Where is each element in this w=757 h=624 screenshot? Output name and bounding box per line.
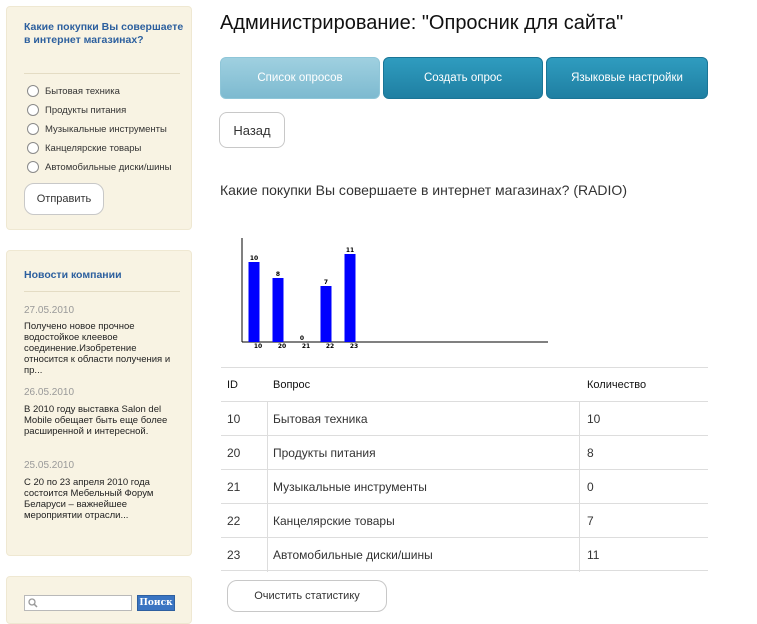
news-text[interactable]: Получено новое прочное водостойкое клеев… [24, 321, 180, 376]
question-title: Какие покупки Вы совершаете в интернет м… [220, 182, 627, 198]
poll-option-label: Бытовая техника [45, 85, 120, 97]
cell-id: 10 [227, 412, 241, 426]
divider [24, 73, 180, 74]
header-count: Количество [587, 379, 647, 391]
table-row: 22 Канцелярские товары 7 [221, 503, 708, 538]
chart-bar [272, 278, 284, 342]
cell-question: Бытовая техника [273, 412, 368, 426]
poll-option-label: Музыкальные инструменты [45, 123, 167, 135]
cell-count: 0 [587, 480, 594, 494]
poll-option[interactable]: Продукты питания [27, 102, 126, 118]
results-bar-chart: 10 10 8 20 021 7 22 11 23 [241, 238, 548, 350]
tick-label: 22 [326, 343, 334, 350]
cell-count: 11 [587, 548, 600, 562]
column-divider [579, 504, 580, 538]
search-panel: Поиск [6, 576, 192, 624]
chart-bar [344, 254, 356, 342]
search-input[interactable] [24, 595, 132, 611]
tick-label: 23 [350, 343, 358, 350]
search-button[interactable]: Поиск [137, 595, 175, 611]
header-id: ID [227, 379, 238, 391]
data-label: 10 [250, 255, 258, 262]
column-divider [267, 436, 268, 470]
tab-language-settings[interactable]: Языковые настройки [546, 57, 708, 99]
clear-statistics-button[interactable]: Очистить статистику [227, 580, 387, 612]
poll-option-label: Автомобильные диски/шины [45, 161, 172, 173]
poll-option[interactable]: Канцелярские товары [27, 140, 141, 156]
radio-button[interactable] [27, 104, 39, 116]
data-label: 7 [324, 279, 328, 286]
tick-label: 20 [278, 343, 286, 350]
page-title: Администрирование: "Опросник для сайта" [220, 12, 624, 34]
back-button[interactable]: Назад [219, 112, 285, 148]
cell-question: Канцелярские товары [273, 514, 395, 528]
column-divider [579, 402, 580, 436]
results-table: ID Вопрос Количество 10 Бытовая техника … [221, 367, 708, 572]
column-divider [579, 538, 580, 572]
poll-submit-button[interactable]: Отправить [24, 183, 104, 215]
news-date: 25.05.2010 [24, 460, 75, 471]
chart-bar [320, 286, 332, 342]
data-label: 0 [300, 335, 304, 342]
cell-count: 8 [587, 446, 594, 460]
poll-option[interactable]: Автомобильные диски/шины [27, 159, 171, 175]
tick-label: 10 [254, 343, 262, 350]
search-icon [28, 598, 38, 608]
radio-button[interactable] [27, 123, 39, 135]
radio-button[interactable] [27, 85, 39, 97]
column-divider [579, 436, 580, 470]
cell-question: Продукты питания [273, 446, 376, 460]
column-divider [579, 470, 580, 504]
news-date: 26.05.2010 [24, 387, 75, 398]
column-divider [267, 402, 268, 436]
poll-option-label: Канцелярские товары [45, 142, 142, 154]
tick-label: 21 [302, 343, 310, 350]
table-row: 21 Музыкальные инструменты 0 [221, 469, 708, 504]
table-row: 10 Бытовая техника 10 [221, 401, 708, 436]
news-date: 27.05.2010 [24, 305, 75, 316]
poll-option[interactable]: Бытовая техника [27, 83, 120, 99]
tab-poll-list[interactable]: Список опросов [220, 57, 380, 99]
divider [24, 291, 180, 292]
cell-count: 10 [587, 412, 601, 426]
column-divider [267, 538, 268, 572]
poll-panel: Какие покупки Вы совершаете в интернет м… [6, 6, 192, 230]
cell-question: Музыкальные инструменты [273, 480, 427, 494]
cell-id: 23 [227, 548, 241, 562]
data-label: 11 [346, 247, 354, 254]
cell-id: 22 [227, 514, 241, 528]
poll-option-label: Продукты питания [45, 104, 127, 116]
column-divider [267, 470, 268, 504]
radio-button[interactable] [27, 161, 39, 173]
poll-option[interactable]: Музыкальные инструменты [27, 121, 167, 137]
poll-question: Какие покупки Вы совершаете в интернет м… [24, 21, 184, 46]
news-title[interactable]: Новости компании [24, 269, 122, 281]
news-panel: Новости компании 27.05.2010 Получено нов… [6, 250, 192, 556]
cell-id: 21 [227, 480, 241, 494]
table-header-row: ID Вопрос Количество [221, 367, 708, 401]
news-text[interactable]: В 2010 году выставка Salon del Mobile об… [24, 404, 180, 437]
radio-button[interactable] [27, 142, 39, 154]
news-text[interactable]: С 20 по 23 апреля 2010 года состоится Ме… [24, 477, 180, 521]
cell-count: 7 [587, 514, 594, 528]
table-row: 23 Автомобильные диски/шины 11 [221, 537, 708, 572]
chart-bar [248, 262, 260, 342]
cell-question: Автомобильные диски/шины [273, 548, 433, 562]
data-label: 8 [276, 271, 280, 278]
cell-id: 20 [227, 446, 241, 460]
table-row: 20 Продукты питания 8 [221, 435, 708, 470]
column-divider [267, 504, 268, 538]
header-question: Вопрос [273, 379, 311, 391]
tab-create-poll[interactable]: Создать опрос [383, 57, 543, 99]
